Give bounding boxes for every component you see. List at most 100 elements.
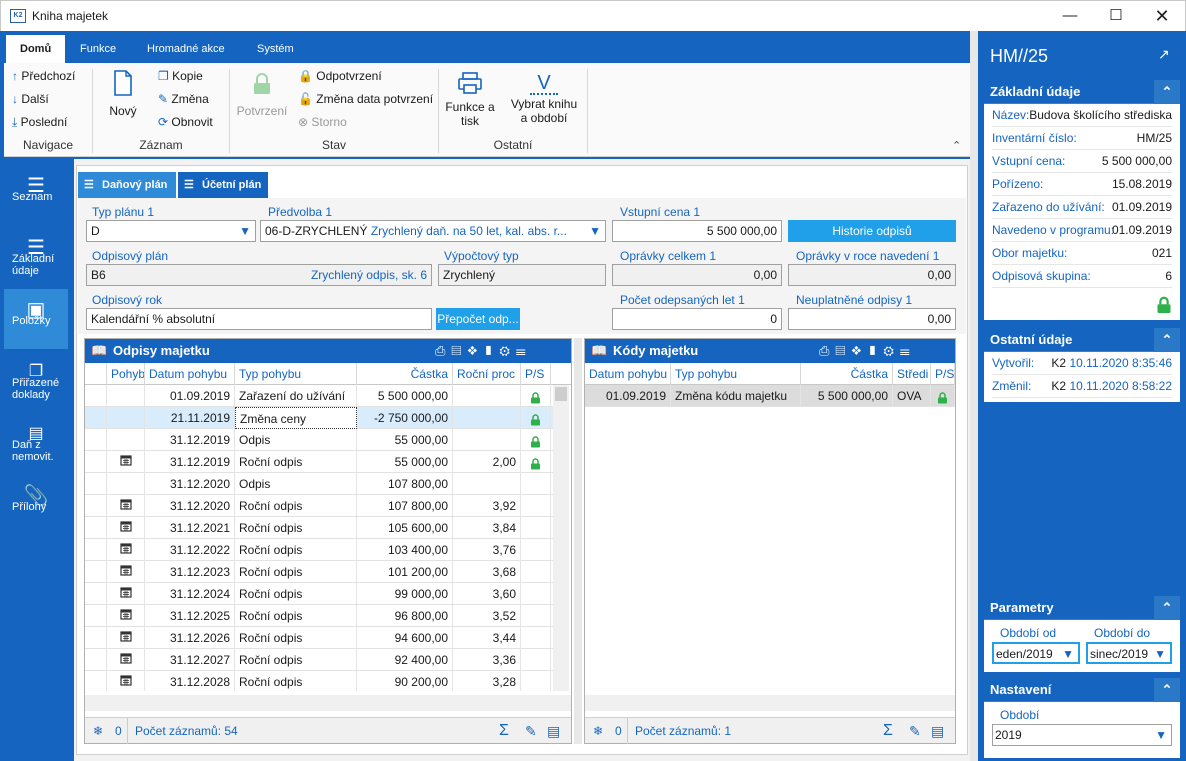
col-stredisko[interactable]: Středi	[893, 363, 931, 385]
sum-icon[interactable]: Σ	[499, 718, 509, 744]
col-typ[interactable]: Typ pohybu	[235, 363, 357, 385]
storno-button[interactable]: ⊗ Storno	[298, 115, 347, 129]
col-datum[interactable]: Datum pohybu	[145, 363, 235, 385]
predvolba-select[interactable]: 06-D-ZRYCHLENÝ Zrychlený daň. na 50 let,…	[260, 220, 606, 242]
table-row[interactable]: 31.12.2028 Roční odpis 90 200,00 3,28	[85, 671, 553, 691]
confirm-button[interactable]: Potvrzení	[234, 73, 290, 118]
tab-hromadne-akce[interactable]: Hromadné akce	[133, 35, 239, 63]
col-datum[interactable]: Datum pohybu	[585, 363, 671, 385]
col-pohyb[interactable]: Pohyb	[107, 363, 145, 385]
prepocet-button[interactable]: Přepočet odp...	[436, 308, 520, 330]
edit-button[interactable]: ✎ Změna	[158, 92, 209, 106]
select-book-button[interactable]: V Vybrat knihu a období	[506, 71, 582, 125]
obdobi-do-select[interactable]: sinec/2019 ▼	[1086, 642, 1172, 664]
kody-hscrollbar[interactable]	[585, 695, 955, 711]
add-record-icon[interactable]: ▤	[931, 718, 944, 744]
chevron-up-icon[interactable]: ⌃	[1154, 328, 1180, 352]
table-row[interactable]: 31.12.2019 Roční odpis 55 000,00 2,00	[85, 451, 553, 473]
add-record-icon[interactable]: ▤	[547, 718, 560, 744]
print-functions-button[interactable]: Funkce a tisk	[444, 71, 496, 128]
snowflake-icon[interactable]: ❄	[593, 718, 603, 744]
historie-odpisu-button[interactable]: Historie odpisů	[788, 220, 956, 242]
opravky-celkem-field[interactable]: 0,00	[612, 264, 782, 286]
obdobi-od-select[interactable]: eden/2019 ▼	[992, 642, 1080, 664]
table-row[interactable]: 01.09.2019 Změna kódu majetku 5 500 000,00…	[585, 385, 955, 407]
prev-button[interactable]: ↑ Předchozí	[12, 69, 75, 83]
col-ps[interactable]: P/S	[931, 363, 955, 385]
odpisovy-plan-field[interactable]: B6 Zrychlený odpis, sk. 6	[86, 264, 432, 286]
created-user: K2	[1051, 356, 1067, 370]
table-row[interactable]: 31.12.2025 Roční odpis 96 800,00 3,52	[85, 605, 553, 627]
vstupni-cena-field[interactable]: 5 500 000,00	[612, 220, 782, 242]
tab-system[interactable]: Systém	[243, 35, 308, 63]
panel-toolbar-icons[interactable]: ⎙▤❖▮⚙☰	[435, 339, 532, 363]
vypoctovy-typ-field[interactable]: Zrychlený	[438, 264, 606, 286]
amount-cell: 92 400,00	[357, 649, 453, 671]
collapse-ribbon-icon[interactable]: ⌃	[952, 139, 961, 152]
col-castka[interactable]: Částka	[801, 363, 893, 385]
odpisy-hscrollbar[interactable]	[85, 695, 571, 711]
obdobi-select[interactable]: 2019 ▼	[992, 724, 1172, 746]
table-row[interactable]: 31.12.2026 Roční odpis 94 600,00 3,44	[85, 627, 553, 649]
right-splitter[interactable]	[970, 31, 978, 761]
unconfirm-button[interactable]: 🔒 Odpotvrzení	[298, 69, 382, 83]
change-date-button[interactable]: 🔓 Změna data potvrzení	[298, 92, 433, 106]
neuplatnene-field[interactable]: 0,00	[788, 308, 956, 330]
col-castka[interactable]: Částka	[357, 363, 453, 385]
section-header[interactable]: Parametry ⌃	[984, 596, 1180, 620]
rail-item-zakladni-udaje[interactable]: ☰ Základní údaje	[4, 227, 68, 287]
odpisy-vscrollbar[interactable]	[553, 385, 569, 691]
minimize-button[interactable]: —	[1047, 1, 1093, 31]
table-row[interactable]: 31.12.2022 Roční odpis 103 400,00 3,76	[85, 539, 553, 561]
chevron-up-icon[interactable]: ⌃	[1154, 678, 1180, 702]
snowflake-icon[interactable]: ❄	[93, 718, 103, 744]
table-row[interactable]: 21.11.2019 Změna ceny -2 750 000,00	[85, 407, 553, 429]
table-row[interactable]: 01.09.2019 Zařazení do užívání 5 500 000,0…	[85, 385, 553, 407]
table-row[interactable]: 31.12.2027 Roční odpis 92 400,00 3,36	[85, 649, 553, 671]
section-header[interactable]: Základní údaje ⌃	[984, 80, 1180, 104]
pencil-icon[interactable]: ✎	[525, 718, 537, 744]
pencil-icon[interactable]: ✎	[909, 718, 921, 744]
table-row[interactable]: 31.12.2023 Roční odpis 101 200,00 3,68	[85, 561, 553, 583]
section-header[interactable]: Ostatní údaje ⌃	[984, 328, 1180, 352]
typ-planu-select[interactable]: D ▼	[86, 220, 256, 242]
col-rocni-proc[interactable]: Roční proc	[453, 363, 521, 385]
pocet-let-field[interactable]: 0	[612, 308, 782, 330]
group-separator	[587, 69, 588, 153]
sum-icon[interactable]: Σ	[883, 718, 893, 744]
rail-item-prirazene-doklady[interactable]: ❐ Přiřazené doklady	[4, 351, 68, 411]
section-header[interactable]: Nastavení ⌃	[984, 678, 1180, 702]
odpisovy-rok-field[interactable]: Kalendářní % absolutní	[86, 308, 432, 330]
next-button[interactable]: ↓ Další	[12, 92, 49, 106]
table-row[interactable]: 31.12.2021 Roční odpis 105 600,00 3,84	[85, 517, 553, 539]
col-typ[interactable]: Typ pohybu	[671, 363, 801, 385]
rail-item-polozky[interactable]: ▣ Položky	[4, 289, 68, 349]
external-link-icon[interactable]: ↗	[1158, 46, 1170, 63]
opravky-roce-field[interactable]: 0,00	[788, 264, 956, 286]
panel-toolbar-icons[interactable]: ⎙▤❖▮⚙☰	[819, 339, 916, 363]
rail-item-seznam[interactable]: ☰ Seznam	[4, 165, 68, 225]
book-icon: 📖	[591, 343, 608, 358]
table-row[interactable]: 31.12.2020 Roční odpis 107 800,00 3,92	[85, 495, 553, 517]
table-row[interactable]: 31.12.2024 Roční odpis 99 000,00 3,60	[85, 583, 553, 605]
col-ps[interactable]: P/S	[521, 363, 551, 385]
refresh-button[interactable]: ⟳ Obnovit	[158, 115, 213, 129]
table-row[interactable]: 31.12.2020 Odpis 107 800,00	[85, 473, 553, 495]
chevron-up-icon[interactable]: ⌃	[1154, 596, 1180, 620]
maximize-button[interactable]: ☐	[1093, 1, 1139, 31]
scroll-thumb[interactable]	[555, 387, 567, 401]
table-row[interactable]: 31.12.2019 Odpis 55 000,00	[85, 429, 553, 451]
tab-ucetni-plan[interactable]: ☰ Účetní plán	[178, 172, 268, 198]
close-button[interactable]: ✕	[1139, 1, 1185, 31]
new-button[interactable]: Nový	[104, 69, 142, 118]
rail-item-dan-z-nemovitosti[interactable]: ▤ Daň z nemovit.	[4, 413, 68, 473]
panel-splitter[interactable]	[574, 338, 582, 744]
rail-item-prilohy[interactable]: 📎 Přílohy	[4, 475, 68, 535]
copy-button[interactable]: ❐ Kopie	[158, 69, 203, 83]
last-button[interactable]: ⤓ Poslední	[12, 115, 67, 130]
chevron-up-icon[interactable]: ⌃	[1154, 80, 1180, 104]
tab-domu[interactable]: Domů	[6, 35, 66, 63]
refresh-label: Obnovit	[171, 115, 213, 129]
tab-funkce[interactable]: Funkce	[66, 35, 130, 63]
tab-danovy-plan[interactable]: ☰ Daňový plán	[78, 172, 176, 198]
